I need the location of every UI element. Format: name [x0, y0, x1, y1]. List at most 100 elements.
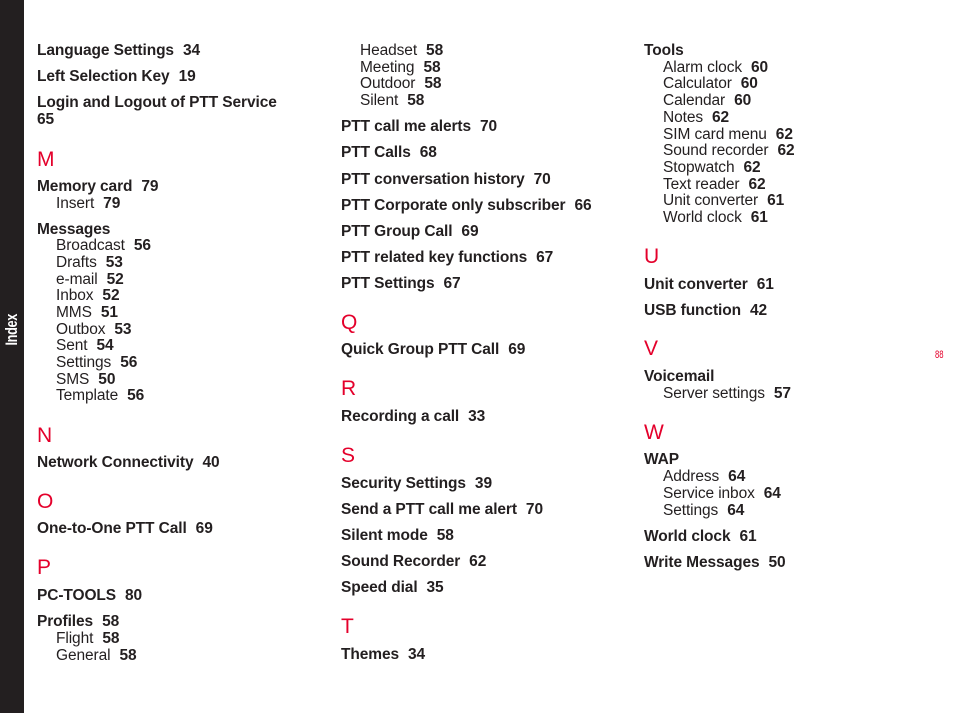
index-entry: USB function 42 [644, 302, 767, 319]
entry-page-number: 53 [114, 321, 132, 338]
index-subentry: Meeting 58 [360, 59, 441, 76]
index-entry: PTT Group Call 69 [341, 223, 479, 240]
entry-term: Settings [663, 502, 719, 519]
index-letter-heading: T [341, 615, 354, 638]
index-subentry: Calculator 60 [663, 75, 758, 92]
entry-page-number: 67 [443, 275, 461, 292]
entry-page-number: 58 [102, 630, 120, 647]
index-entry: Unit converter 61 [644, 276, 774, 293]
index-entry: Language Settings 34 [37, 42, 200, 59]
entry-page-number: 70 [525, 501, 543, 518]
entry-term: Broadcast [56, 237, 125, 254]
entry-page-number: 60 [751, 59, 769, 76]
index-subentry: General 58 [56, 647, 137, 664]
index-subentry: MMS 51 [56, 304, 118, 321]
entry-page-number: 34 [407, 646, 426, 663]
index-entry: World clock 61 [644, 528, 757, 545]
entry-page-number: 42 [749, 302, 768, 319]
index-entry: Quick Group PTT Call 69 [341, 341, 525, 358]
entry-page-number: 69 [195, 520, 213, 537]
index-entry: Voicemail [644, 368, 714, 385]
index-subentry: Drafts 53 [56, 254, 123, 271]
entry-term: SMS [56, 371, 90, 388]
index-entry: PTT Settings 67 [341, 275, 461, 292]
entry-term: e-mail [56, 271, 98, 288]
index-subentry: Notes 62 [663, 109, 729, 126]
entry-page-number: 53 [105, 254, 123, 271]
index-entry: PTT Calls 68 [341, 144, 437, 161]
entry-page-number: 51 [100, 304, 118, 321]
entry-term: Outbox [56, 321, 106, 338]
index-subentry: Headset 58 [360, 42, 443, 59]
index-subentry: Sent 54 [56, 337, 114, 354]
index-subentry: Calendar 60 [663, 92, 751, 109]
entry-term: Outdoor [360, 75, 416, 92]
entry-term: Service inbox [663, 485, 755, 502]
entry-term: Sent [56, 337, 88, 354]
entry-page-number: 62 [743, 159, 761, 176]
entry-page-number: 50 [768, 554, 786, 571]
entry-page-number: 64 [763, 485, 781, 502]
index-entry: Network Connectivity 40 [37, 454, 220, 471]
entry-term: Security Settings [341, 475, 466, 492]
entry-term: Flight [56, 630, 94, 647]
index-entry: Left Selection Key 19 [37, 68, 196, 85]
index-subentry: Settings 56 [56, 354, 137, 371]
entry-term: One-to-One PTT Call [37, 520, 187, 537]
entry-term: General [56, 647, 111, 664]
entry-page-number: 34 [182, 42, 200, 59]
entry-page-number: 19 [178, 68, 196, 85]
index-subentry: Server settings 57 [663, 385, 791, 402]
entry-term: Sound recorder [663, 142, 769, 159]
entry-term: PC-TOOLS [37, 587, 117, 604]
entry-term: World clock [644, 528, 731, 545]
index-letter-heading: N [37, 424, 53, 447]
index-entry: Silent mode 58 [341, 527, 454, 544]
entry-page-number: 35 [426, 579, 444, 596]
entry-page-number: 64 [728, 468, 746, 485]
entry-term: SIM card menu [663, 126, 767, 143]
index-entry: PTT Corporate only subscriber 66 [341, 197, 592, 214]
entry-page-number: 56 [133, 237, 151, 254]
entry-page-number: 58 [424, 75, 442, 92]
index-subentry: Broadcast 56 [56, 237, 151, 254]
entry-term: Silent [360, 92, 399, 109]
index-letter-heading: V [644, 337, 658, 360]
entry-term: Meeting [360, 59, 415, 76]
entry-term: PTT related key functions [341, 249, 528, 266]
index-letter-heading: R [341, 377, 357, 400]
index-entry: One-to-One PTT Call 69 [37, 520, 213, 537]
index-subentry: Stopwatch 62 [663, 159, 761, 176]
entry-page-number: 58 [102, 613, 120, 630]
index-entry: Themes 34 [341, 646, 425, 663]
index-subentry: Insert 79 [56, 195, 120, 212]
entry-page-number: 67 [536, 249, 554, 266]
index-entry: Messages [37, 221, 110, 238]
entry-term: Profiles [37, 613, 94, 630]
index-entry: WAP [644, 451, 679, 468]
entry-term: MMS [56, 304, 92, 321]
entry-term: Tools [644, 42, 684, 59]
entry-page-number: 58 [119, 647, 137, 664]
entry-page-number: 56 [120, 354, 138, 371]
entry-term: PTT Settings [341, 275, 435, 292]
entry-page-number: 54 [96, 337, 114, 354]
entry-page-number: 40 [202, 454, 220, 471]
entry-page-number: 69 [508, 341, 526, 358]
index-subentry: Silent 58 [360, 92, 424, 109]
entry-term: Settings [56, 354, 112, 371]
index-letter-heading: M [37, 148, 55, 171]
index-subentry: World clock 61 [663, 209, 768, 226]
entry-term: Login and Logout of PTT Service [37, 94, 277, 111]
entry-page-number: 65 [37, 111, 55, 128]
index-subentry: Flight 58 [56, 630, 119, 647]
entry-term: USB function [644, 302, 741, 319]
entry-term: PTT Group Call [341, 223, 453, 240]
entry-term: PTT call me alerts [341, 118, 472, 135]
entry-page-number: 70 [480, 118, 498, 135]
index-letter-heading: P [37, 556, 51, 579]
index-subentry: Unit converter 61 [663, 192, 784, 209]
entry-term: Address [663, 468, 720, 485]
entry-page-number: 61 [750, 209, 768, 226]
entry-term: Voicemail [644, 368, 715, 385]
